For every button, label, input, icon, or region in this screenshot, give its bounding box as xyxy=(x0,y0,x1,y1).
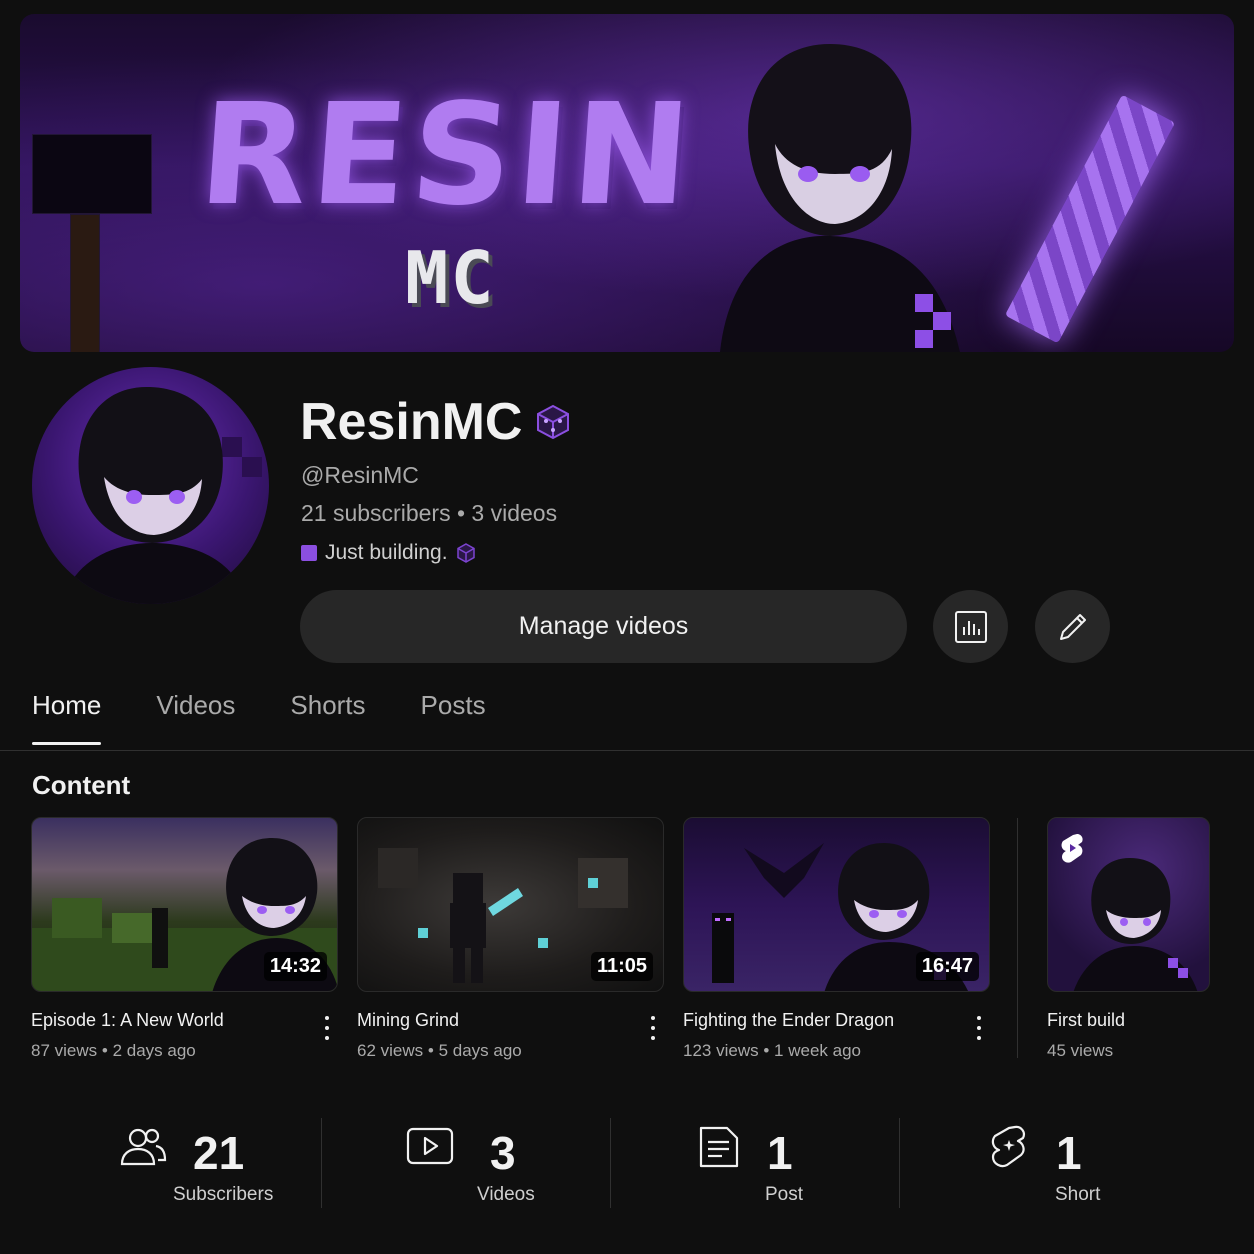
bio-text: Just building. xyxy=(325,541,448,564)
post-icon xyxy=(699,1126,739,1168)
people-icon xyxy=(120,1128,167,1166)
play-icon xyxy=(406,1127,454,1165)
channel-tabs: Home Videos Shorts Posts xyxy=(32,690,541,745)
video-thumbnail[interactable]: 14:32 xyxy=(31,817,338,992)
subscribers-label: Subscribers xyxy=(173,1184,274,1205)
avatar-character xyxy=(62,386,262,604)
banner-tree-trunk xyxy=(70,214,100,352)
subscriber-count: 21 subscribers xyxy=(301,500,451,526)
shorts-label: Short xyxy=(1055,1184,1101,1205)
stats-separator: • xyxy=(456,500,472,526)
tab-videos[interactable]: Videos xyxy=(156,690,235,743)
cube-badge-icon xyxy=(537,404,570,440)
banner-title: RESIN xyxy=(194,74,700,237)
video-card[interactable]: 14:32 Episode 1: A New World 87 views • … xyxy=(31,817,338,1061)
channel-handle: @ResinMC xyxy=(301,462,419,488)
short-views: 45 views xyxy=(1047,1041,1114,1060)
video-duration: 11:05 xyxy=(590,952,653,981)
shorts-icon xyxy=(1061,834,1083,863)
video-card[interactable]: 16:47 Fighting the Ender Dragon 123 view… xyxy=(683,817,990,1061)
stat-separator xyxy=(610,1118,611,1208)
video-title[interactable]: Mining Grind xyxy=(357,1010,664,1031)
video-age: 5 days ago xyxy=(438,1041,522,1060)
tabs-divider xyxy=(0,750,1254,751)
stat-subscribers: 21 Subscribers xyxy=(118,1118,318,1208)
posts-value: 1 xyxy=(767,1127,793,1179)
stat-separator xyxy=(321,1118,322,1208)
video-title[interactable]: Fighting the Ender Dragon xyxy=(683,1010,990,1031)
banner-tree-block xyxy=(32,134,152,214)
stat-posts: 1 Post xyxy=(697,1118,877,1208)
analytics-icon xyxy=(954,610,987,643)
purple-square-icon xyxy=(301,545,317,561)
channel-name: ResinMC xyxy=(300,393,523,451)
pencil-icon xyxy=(1059,613,1086,640)
videos-value: 3 xyxy=(490,1127,516,1179)
channel-bio[interactable]: Just building. xyxy=(301,541,476,565)
videos-label: Videos xyxy=(477,1184,535,1205)
tab-posts[interactable]: Posts xyxy=(421,690,486,743)
stat-shorts: 1 Short xyxy=(988,1118,1168,1208)
edit-button[interactable] xyxy=(1035,590,1110,663)
content-heading: Content xyxy=(32,770,131,800)
subscribers-value: 21 xyxy=(193,1127,245,1179)
video-meta: 87 views • 2 days ago xyxy=(31,1041,338,1061)
banner-subtitle: MC xyxy=(405,236,496,320)
manage-videos-button[interactable]: Manage videos xyxy=(300,590,907,663)
more-options-icon[interactable] xyxy=(643,1013,663,1043)
video-thumbnail[interactable]: 11:05 xyxy=(357,817,664,992)
video-meta: 62 views • 5 days ago xyxy=(357,1041,664,1061)
channel-banner: RESIN MC xyxy=(20,14,1234,352)
video-age: 2 days ago xyxy=(112,1041,196,1060)
video-duration: 14:32 xyxy=(263,952,327,981)
meta-separator: • xyxy=(427,1041,439,1060)
video-views: 123 views xyxy=(683,1041,759,1060)
video-views: 62 views xyxy=(357,1041,424,1060)
video-duration: 16:47 xyxy=(915,952,979,981)
channel-name-row: ResinMC xyxy=(300,392,572,452)
banner-sword xyxy=(1004,94,1176,344)
more-options-icon[interactable] xyxy=(969,1013,989,1043)
more-options-icon[interactable] xyxy=(317,1013,337,1043)
shorts-value: 1 xyxy=(1056,1127,1082,1179)
video-views: 87 views xyxy=(31,1041,98,1060)
channel-avatar[interactable] xyxy=(32,367,269,604)
short-card[interactable]: First build 45 views xyxy=(1047,817,1210,1061)
channel-stats: 21 subscribers • 3 videos xyxy=(301,500,557,527)
video-thumbnail[interactable]: 16:47 xyxy=(683,817,990,992)
video-card[interactable]: 11:05 Mining Grind 62 views • 5 days ago xyxy=(357,817,664,1061)
shorts-separator xyxy=(1017,818,1018,1058)
video-title[interactable]: Episode 1: A New World xyxy=(31,1010,338,1031)
cube-icon xyxy=(456,543,475,563)
short-title[interactable]: First build xyxy=(1047,1010,1210,1031)
stat-separator xyxy=(899,1118,900,1208)
meta-separator: • xyxy=(763,1041,775,1060)
analytics-button[interactable] xyxy=(933,590,1008,663)
banner-character xyxy=(720,44,960,352)
video-meta: 123 views • 1 week ago xyxy=(683,1041,990,1061)
stat-videos: 3 Videos xyxy=(405,1118,585,1208)
video-age: 1 week ago xyxy=(774,1041,861,1060)
posts-label: Post xyxy=(765,1184,804,1205)
short-thumbnail[interactable] xyxy=(1047,817,1210,992)
shorts-icon xyxy=(991,1125,1025,1168)
video-count: 3 videos xyxy=(471,500,558,526)
meta-separator: • xyxy=(101,1041,113,1060)
tab-home[interactable]: Home xyxy=(32,690,102,745)
tab-shorts[interactable]: Shorts xyxy=(290,690,365,743)
